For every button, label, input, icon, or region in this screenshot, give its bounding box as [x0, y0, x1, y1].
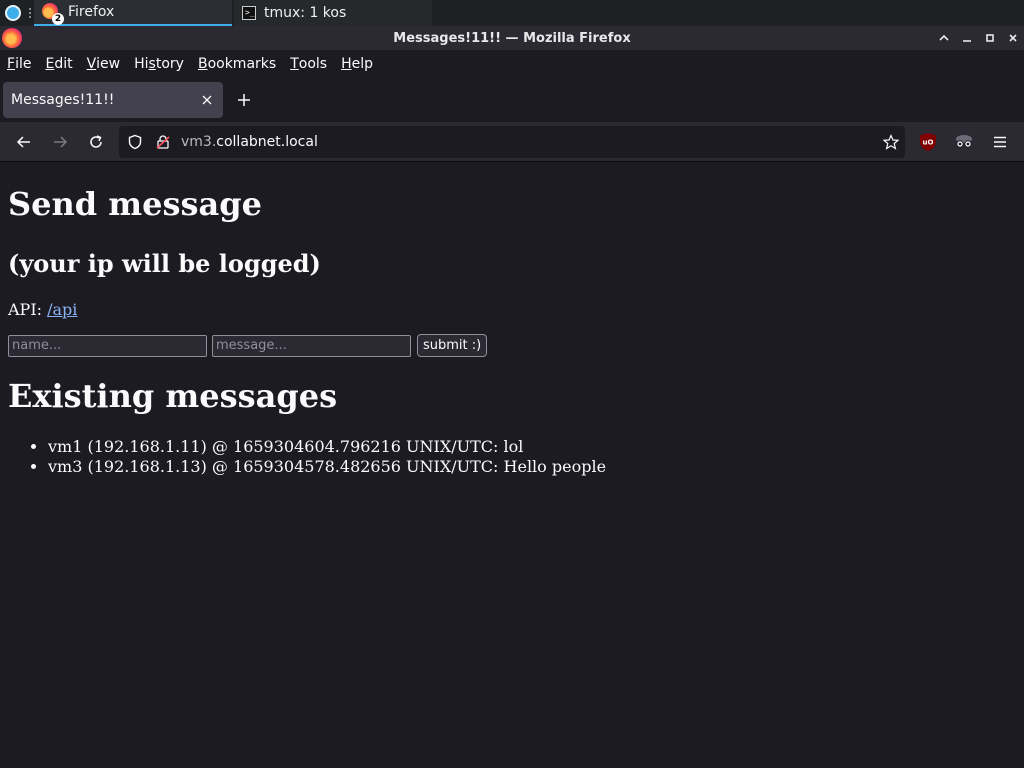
taskbar-separator — [26, 0, 34, 26]
window-title: Messages!11!! — Mozilla Firefox — [393, 30, 631, 46]
menu-tools[interactable]: Tools — [283, 50, 334, 78]
menu-edit[interactable]: Edit — [38, 50, 79, 78]
close-window-button[interactable] — [1001, 26, 1024, 50]
hamburger-menu-icon — [994, 136, 1006, 148]
tab-title: Messages!11!! — [11, 92, 115, 108]
message-item: vm1 (192.168.1.11) @ 1659304604.796216 U… — [48, 437, 1016, 457]
menu-view[interactable]: View — [80, 50, 128, 78]
maximize-button[interactable] — [978, 26, 1001, 50]
back-button[interactable] — [10, 128, 38, 156]
close-icon — [1008, 34, 1017, 42]
page-content: Send message (your ip will be logged) AP… — [0, 163, 1024, 768]
window-count-badge: 2 — [52, 13, 64, 25]
insecure-lock-icon[interactable] — [155, 134, 171, 150]
chevron-up-icon — [938, 34, 949, 41]
kde-logo-icon — [5, 5, 21, 21]
tracking-protection-shield-icon[interactable] — [127, 134, 143, 150]
new-tab-button[interactable] — [232, 88, 256, 112]
window-titlebar[interactable]: Messages!11!! — Mozilla Firefox — [0, 26, 1024, 50]
name-input[interactable] — [8, 334, 207, 357]
arrow-right-icon — [54, 136, 68, 148]
taskbar-task-tmux[interactable]: >_ tmux: 1 kos — [234, 0, 432, 26]
page-heading: Send message — [8, 185, 262, 223]
keep-above-button[interactable] — [932, 26, 955, 50]
url-text[interactable]: vm3.collabnet.local — [181, 134, 318, 150]
reload-button[interactable] — [82, 128, 110, 156]
api-link[interactable]: /api — [47, 300, 77, 319]
address-bar[interactable]: vm3.collabnet.local — [119, 126, 905, 158]
api-label: API: — [8, 300, 48, 319]
minimize-icon — [962, 40, 971, 42]
firefox-app-icon[interactable] — [2, 28, 22, 48]
tab-strip: Messages!11!! — [0, 78, 1024, 122]
terminal-icon: >_ — [242, 6, 256, 20]
taskbar-task-label: tmux: 1 kos — [264, 5, 347, 21]
api-line: API: /api — [8, 300, 1016, 319]
close-tab-button[interactable] — [199, 92, 215, 108]
message-item: vm3 (192.168.1.13) @ 1659304578.482656 U… — [48, 457, 1016, 477]
send-message-form: submit :) — [8, 334, 1016, 357]
taskbar-task-firefox[interactable]: 2 Firefox — [34, 0, 232, 26]
plus-icon — [238, 94, 250, 106]
reload-icon — [90, 135, 102, 148]
tab-messages[interactable]: Messages!11!! — [3, 82, 223, 118]
menu-bar: File Edit View Hi s tory Bookmarks Tools H… — [0, 50, 1024, 78]
window-controls — [932, 26, 1024, 50]
close-icon — [202, 95, 212, 105]
page-subheading: (your ip will be logged) — [8, 249, 321, 278]
ublock-origin-icon[interactable]: uO — [918, 132, 938, 152]
menu-bookmarks[interactable]: Bookmarks — [191, 50, 283, 78]
menu-file[interactable]: File — [0, 50, 38, 78]
maximize-icon — [985, 34, 994, 42]
messages-heading: Existing messages — [8, 377, 338, 415]
taskbar-task-label: Firefox — [68, 4, 115, 20]
submit-button[interactable]: submit :) — [417, 334, 488, 357]
forward-button[interactable] — [46, 128, 74, 156]
arrow-left-icon — [16, 136, 30, 148]
menu-help[interactable]: Help — [334, 50, 380, 78]
minimize-button[interactable] — [955, 26, 978, 50]
svg-text:uO: uO — [923, 139, 934, 147]
bookmark-star-icon[interactable] — [883, 134, 899, 150]
private-mask-icon[interactable] — [953, 132, 975, 152]
application-launcher-button[interactable] — [0, 0, 26, 26]
menu-history[interactable]: Hi s tory — [127, 50, 191, 78]
app-menu-button[interactable] — [988, 130, 1012, 154]
navigation-toolbar: vm3.collabnet.local uO — [0, 122, 1024, 162]
firefox-icon: 2 — [42, 3, 64, 25]
message-input[interactable] — [212, 334, 411, 357]
taskbar: 2 Firefox >_ tmux: 1 kos — [0, 0, 1024, 26]
messages-list: vm1 (192.168.1.11) @ 1659304604.796216 U… — [48, 437, 1016, 477]
